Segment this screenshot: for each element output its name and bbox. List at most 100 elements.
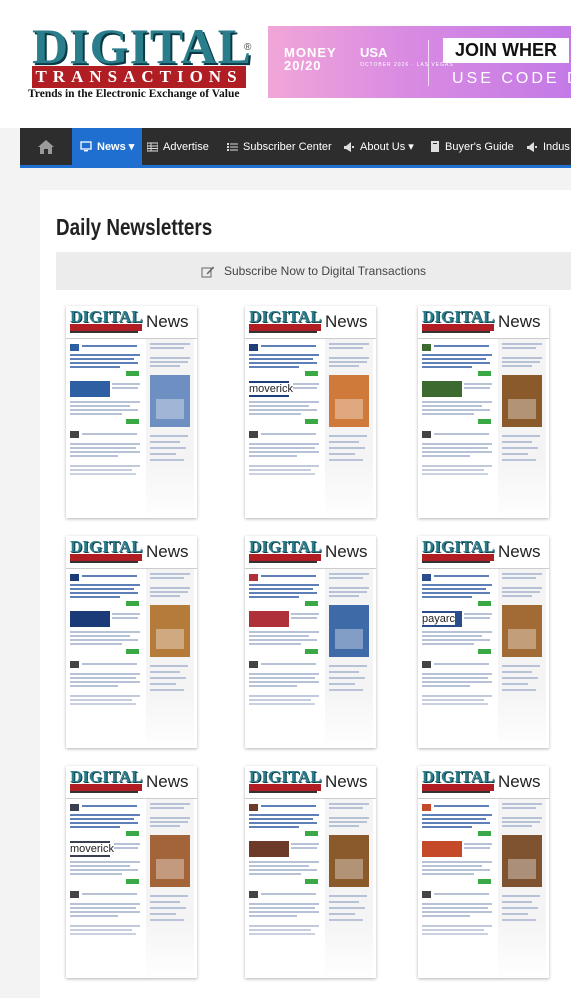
article-text-line <box>70 685 118 687</box>
read-more-button <box>478 879 491 884</box>
article-icon <box>70 661 79 668</box>
nav-advertise[interactable]: Advertise <box>147 128 209 165</box>
sidebar-text-line <box>150 365 180 367</box>
banner-divider <box>428 40 429 86</box>
article-text-line <box>422 822 490 824</box>
sidebar-text-line <box>329 913 355 915</box>
article-image <box>70 381 110 397</box>
newsletter-logo-tagline <box>422 331 490 333</box>
article-text-line <box>249 401 319 403</box>
sidebar-text-line <box>329 907 365 909</box>
newsletter-news-label: News <box>325 312 368 331</box>
newsletter-logo-bar <box>249 784 321 791</box>
nav-buyers-guide[interactable]: Buyer's Guide <box>430 128 514 165</box>
sidebar-text-line <box>150 803 190 805</box>
sidebar-text-line <box>502 343 542 345</box>
article-text-line <box>70 584 140 586</box>
sidebar-text-line <box>329 671 359 673</box>
thumbnail-fade <box>245 458 376 518</box>
article-text-line <box>422 358 486 360</box>
newsletter-logo-word: DIGITAL <box>422 307 495 326</box>
sidebar-ad-graphic <box>335 629 363 649</box>
article-text-line <box>249 873 301 875</box>
article-text-line <box>464 843 492 845</box>
article-icon <box>422 804 431 811</box>
newsletter-thumbnail[interactable]: DIGITAL News <box>418 766 549 978</box>
sidebar-text-line <box>502 595 532 597</box>
newsletter-thumbnail[interactable]: DIGITAL News <box>245 536 376 748</box>
article-text-line <box>70 822 138 824</box>
banner-money2020: MONEY 20/20 <box>284 46 337 72</box>
read-more-button <box>478 419 491 424</box>
banner-use-code: USE CODE D <box>452 70 571 87</box>
newsletter-thumbnail[interactable]: DIGITAL News <box>418 306 549 518</box>
sidebar-ad-graphic <box>508 629 536 649</box>
sidebar-text-line <box>150 683 176 685</box>
sidebar-text-line <box>502 453 528 455</box>
nav-about-us[interactable]: About Us ▾ <box>343 128 414 165</box>
sidebar-text-line <box>329 441 359 443</box>
read-more-button <box>305 419 318 424</box>
article-text-line <box>112 843 140 845</box>
read-more-button <box>126 371 139 376</box>
article-text-line <box>70 455 118 457</box>
nav-news[interactable]: News ▾ <box>72 128 143 165</box>
sidebar-text-line <box>150 361 188 363</box>
newsletter-thumbnail[interactable]: DIGITAL News moverick <box>245 306 376 518</box>
sidebar-text-line <box>150 817 190 819</box>
article-text-line <box>249 592 317 594</box>
nav-industry[interactable]: Indus <box>526 128 570 165</box>
newsletter-thumbnail[interactable]: DIGITAL News <box>66 536 197 748</box>
article-text-line <box>70 451 140 453</box>
sidebar-text-line <box>329 901 359 903</box>
logo-wordmark: DIGITAL <box>32 18 253 74</box>
newsletter-logo: DIGITAL <box>249 308 321 334</box>
article-icon <box>249 804 258 811</box>
sponsor-brand: moverick <box>70 843 115 855</box>
nav-home[interactable] <box>20 128 72 165</box>
article-text-line <box>82 345 137 347</box>
ad-banner[interactable]: MONEY 20/20 USA OCTOBER 2026 · LAS VEGAS… <box>268 26 571 98</box>
sidebar-text-line <box>329 347 363 349</box>
sidebar-text-line <box>150 895 188 897</box>
newsletter-logo-bar <box>70 554 142 561</box>
article-text-line <box>422 814 492 816</box>
newsletter-thumbnail[interactable]: DIGITAL News <box>66 306 197 518</box>
site-logo[interactable]: DIGITAL ® TRANSACTIONS Trends in the Ele… <box>28 18 260 104</box>
banner-money-line2: 20/20 <box>284 58 322 73</box>
newsletter-thumbnail[interactable]: DIGITAL News <box>245 766 376 978</box>
article-text-line <box>249 673 319 675</box>
newsletter-thumbnail[interactable]: DIGITAL News payarc <box>418 536 549 748</box>
article-icon <box>422 891 431 898</box>
article-text-line <box>291 383 319 385</box>
article-icon <box>422 344 431 351</box>
sidebar-text-line <box>502 895 540 897</box>
article-text-line <box>422 405 482 407</box>
article-text-line <box>422 861 492 863</box>
article-text-line <box>422 455 470 457</box>
thumbnail-fade <box>66 458 197 518</box>
article-text-line <box>249 681 319 683</box>
article-text-line <box>434 893 489 895</box>
article-text-line <box>261 345 316 347</box>
article-text-line <box>434 805 489 807</box>
sidebar-ad-graphic <box>508 859 536 879</box>
article-text-line <box>70 826 120 828</box>
main-navigation: News ▾ Advertise Subscriber Center About… <box>20 128 571 168</box>
article-text-line <box>70 631 140 633</box>
newsletter-thumbnail[interactable]: DIGITAL News moverick <box>66 766 197 978</box>
nav-subscriber-center[interactable]: Subscriber Center <box>227 128 332 165</box>
article-text-line <box>291 847 317 849</box>
newsletter-header: DIGITAL News <box>418 536 549 569</box>
subscribe-button[interactable]: Subscribe Now to Digital Transactions <box>56 252 571 290</box>
article-text-line <box>249 584 319 586</box>
newsletter-logo-tagline <box>422 791 490 793</box>
sidebar-text-line <box>150 913 176 915</box>
article-text-line <box>70 588 134 590</box>
newsletter-news-label: News <box>325 542 368 561</box>
article-icon <box>422 661 431 668</box>
article-text-line <box>70 861 140 863</box>
read-more-button <box>478 649 491 654</box>
sidebar-text-line <box>150 677 186 679</box>
article-text-line <box>422 592 490 594</box>
